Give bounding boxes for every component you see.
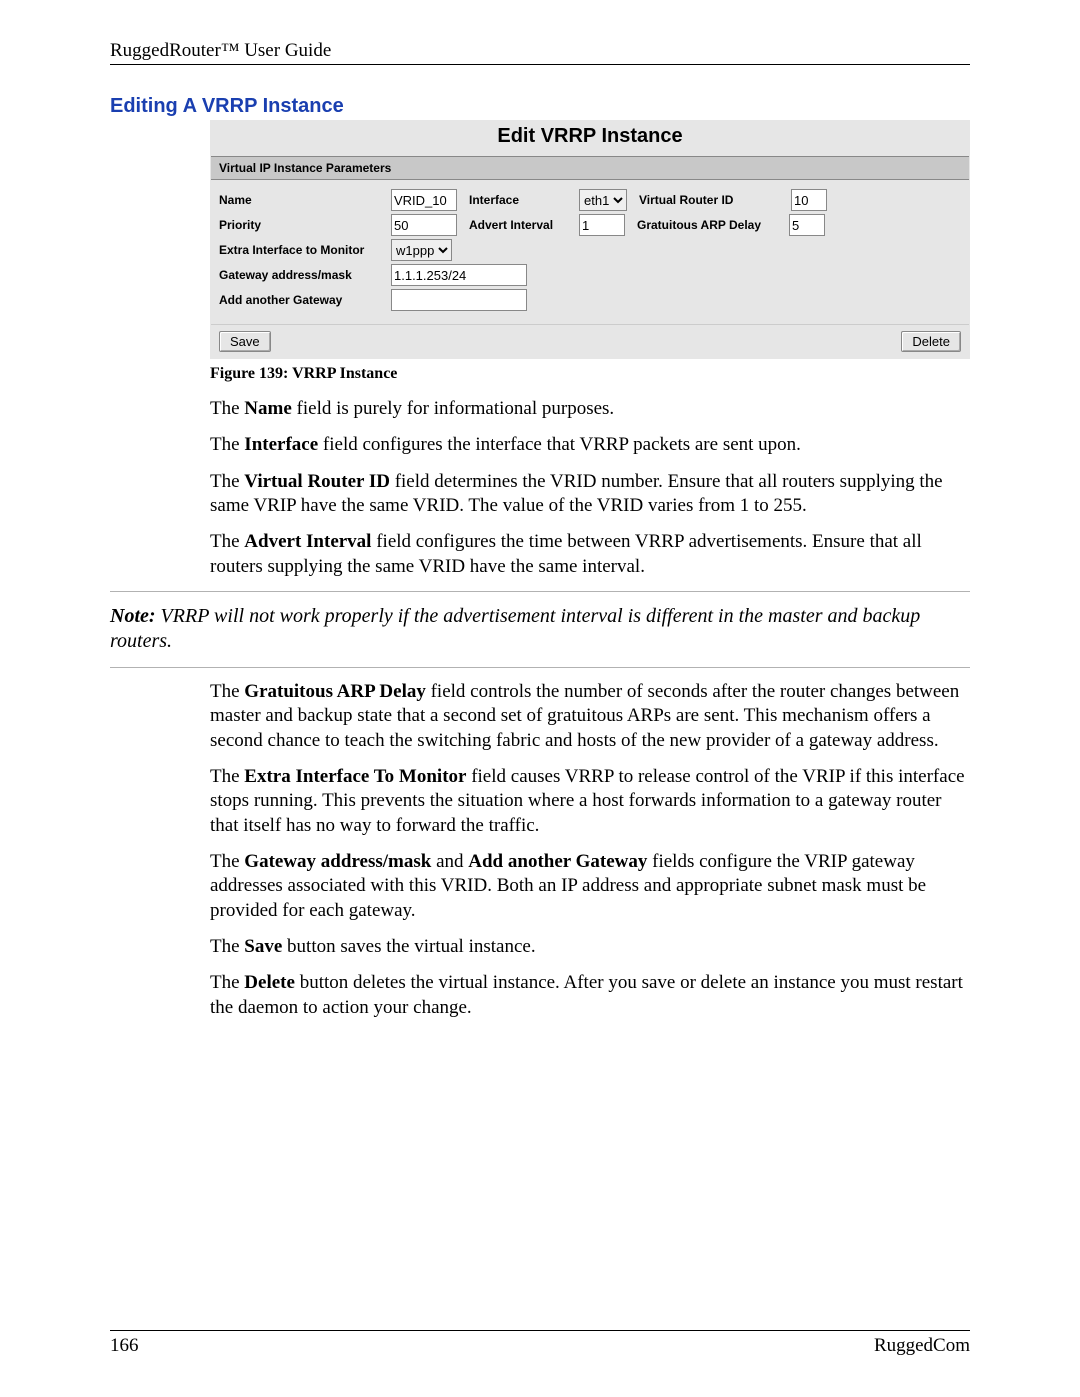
button-row: Save Delete (211, 324, 969, 358)
label-garp: Gratuitous ARP Delay (637, 218, 777, 232)
interface-select[interactable]: eth1 (579, 189, 627, 211)
para-interface: The Interface field configures the inter… (210, 433, 970, 457)
para-gateway: The Gateway address/mask and Add another… (210, 850, 970, 923)
gateway-input[interactable] (391, 264, 527, 286)
label-gateway: Gateway address/mask (219, 268, 379, 282)
row-extra-if: Extra Interface to Monitor w1ppp (219, 239, 961, 261)
para-name: The Name field is purely for information… (210, 397, 970, 421)
label-extra-if: Extra Interface to Monitor (219, 243, 379, 257)
row-name: Name Interface eth1 Virtual Router ID (219, 189, 961, 211)
label-vrid: Virtual Router ID (639, 193, 779, 207)
row-add-gateway: Add another Gateway (219, 289, 961, 311)
body-text: The Name field is purely for information… (110, 397, 970, 579)
save-button[interactable]: Save (219, 331, 271, 352)
para-advert: The Advert Interval field configures the… (210, 530, 970, 579)
delete-button[interactable]: Delete (901, 331, 961, 352)
footer-company: RuggedCom (874, 1335, 970, 1357)
label-add-gateway: Add another Gateway (219, 293, 379, 307)
name-input[interactable] (391, 189, 457, 211)
body-text-2: The Gratuitous ARP Delay field controls … (110, 680, 970, 1020)
label-advert: Advert Interval (469, 218, 567, 232)
divider-bottom (110, 667, 970, 668)
page-number: 166 (110, 1335, 139, 1357)
row-gateway: Gateway address/mask (219, 264, 961, 286)
page-footer: 166 RuggedCom (110, 1330, 970, 1357)
screenshot-title: Edit VRRP Instance (211, 121, 969, 156)
label-interface: Interface (469, 193, 567, 207)
label-name: Name (219, 193, 379, 207)
row-priority: Priority Advert Interval Gratuitous ARP … (219, 214, 961, 236)
figure-caption: Figure 139: VRRP Instance (210, 365, 970, 383)
para-extra-if: The Extra Interface To Monitor field cau… (210, 765, 970, 838)
note: Note: VRRP will not work properly if the… (110, 604, 970, 655)
extra-if-select[interactable]: w1ppp (391, 239, 452, 261)
para-delete: The Delete button deletes the virtual in… (210, 971, 970, 1020)
garp-input[interactable] (789, 214, 825, 236)
divider-top (110, 591, 970, 592)
add-gateway-input[interactable] (391, 289, 527, 311)
screenshot-edit-vrrp: Edit VRRP Instance Virtual IP Instance P… (210, 120, 970, 359)
priority-input[interactable] (391, 214, 457, 236)
vrid-input[interactable] (791, 189, 827, 211)
para-garp: The Gratuitous ARP Delay field controls … (210, 680, 970, 753)
param-group-header: Virtual IP Instance Parameters (211, 156, 969, 180)
label-priority: Priority (219, 218, 379, 232)
advert-input[interactable] (579, 214, 625, 236)
section-title: Editing A VRRP Instance (110, 95, 970, 118)
doc-header: RuggedRouter™ User Guide (110, 40, 970, 65)
para-save: The Save button saves the virtual instan… (210, 935, 970, 959)
para-vrid: The Virtual Router ID field determines t… (210, 470, 970, 519)
